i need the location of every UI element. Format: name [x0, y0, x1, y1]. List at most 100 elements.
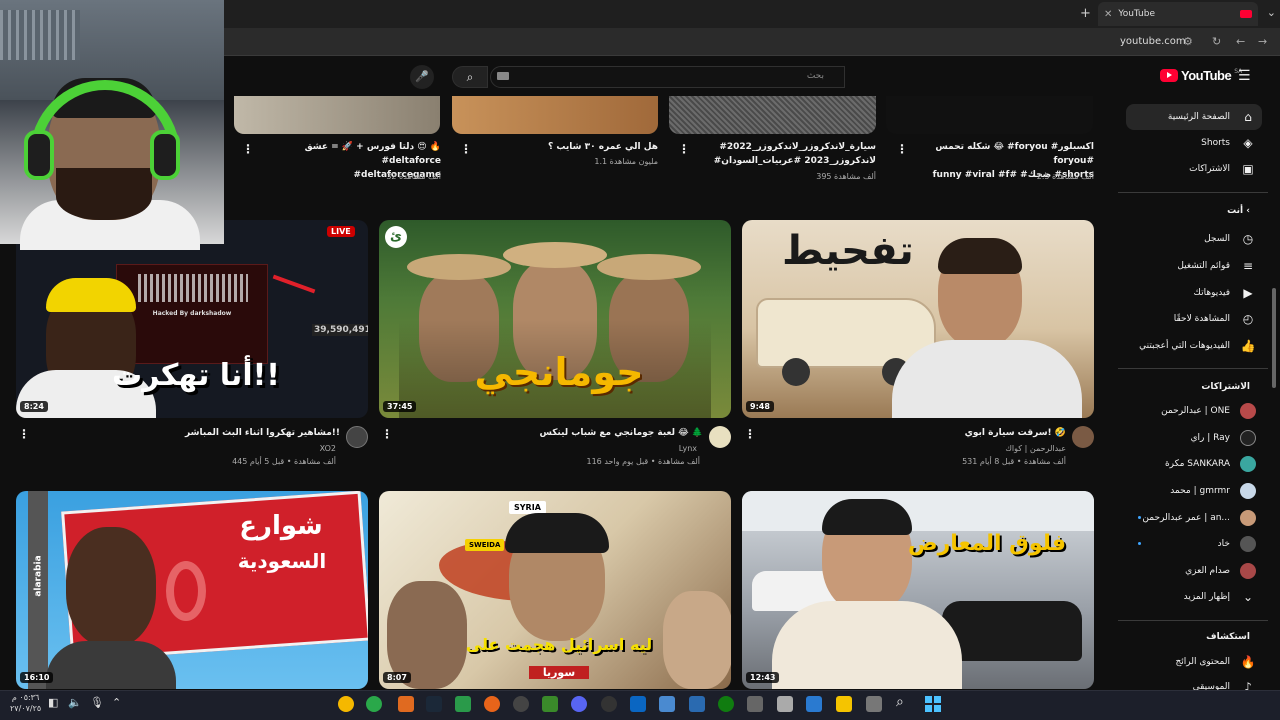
channel-avatar[interactable]: [1072, 426, 1094, 448]
windows-start-icon[interactable]: [925, 696, 941, 712]
app-icon-7[interactable]: [513, 696, 529, 712]
app-icon-17[interactable]: [806, 696, 822, 712]
channel-avatar[interactable]: [346, 426, 368, 448]
firefox-icon[interactable]: [484, 696, 500, 712]
more-options-icon[interactable]: ⋮: [242, 142, 254, 156]
channel-name[interactable]: XO2: [150, 443, 336, 455]
sidebar-item-history[interactable]: السجل ◷: [1126, 226, 1262, 252]
app-icon-8[interactable]: [542, 696, 558, 712]
microphone-icon[interactable]: 🎙: [90, 696, 104, 709]
browser-tab[interactable]: ✕ YouTube: [1098, 2, 1258, 26]
video-title[interactable]: #سيارة_لاندكروزر_لاندكروزر_2022 #لاندكرو…: [690, 140, 876, 168]
sidebar-item-label: المحتوى الرائج: [1175, 657, 1230, 667]
app-icon-13[interactable]: [689, 696, 705, 712]
sidebar-item-subscriptions[interactable]: الاشتراكات ▣: [1126, 156, 1262, 182]
more-options-icon[interactable]: ⋮: [381, 427, 393, 441]
more-options-icon[interactable]: ⋮: [678, 142, 690, 156]
sidebar-sub-6[interactable]: خاد: [1126, 531, 1262, 557]
hair-shape: [822, 499, 912, 535]
scrollbar[interactable]: [1272, 288, 1276, 388]
app-icon-1[interactable]: [338, 696, 354, 712]
sidebar-item-shorts[interactable]: Shorts ◈: [1126, 130, 1262, 156]
sidebar-item-your-videos[interactable]: فيديوهاتك ▶: [1126, 280, 1262, 306]
thumbnail-text: جومانجي: [474, 350, 644, 394]
app-icon-12[interactable]: [659, 696, 675, 712]
outlook-icon[interactable]: [630, 696, 646, 712]
sidebar-sub-7[interactable]: صدام العزي: [1126, 558, 1262, 584]
sidebar-item-label: فيديوهاتك: [1193, 288, 1230, 298]
sidebar-sub-3[interactable]: مكرة SANKARA: [1126, 451, 1262, 477]
thumbnail-text: تفحيط: [782, 228, 914, 274]
app-icon-16[interactable]: [777, 696, 793, 712]
more-options-icon[interactable]: ⋮: [896, 142, 908, 156]
reload-icon[interactable]: ↻: [1212, 35, 1221, 48]
search-icon[interactable]: ⌕: [452, 66, 488, 88]
video-thumbnail[interactable]: [452, 96, 658, 134]
sidebar-item-label: إظهار المزيد: [1183, 592, 1230, 602]
menu-icon[interactable]: ☰: [1238, 68, 1251, 84]
new-tab-button[interactable]: +: [1080, 6, 1091, 21]
search-input[interactable]: بحث: [490, 66, 845, 88]
notification-icon[interactable]: ◧: [48, 696, 58, 709]
shelf-shape: [0, 10, 80, 60]
sidebar-sub-2[interactable]: راي | Ray: [1126, 425, 1262, 451]
close-tab-icon[interactable]: ✕: [1104, 9, 1112, 20]
app-icon-19[interactable]: [866, 696, 882, 712]
discord-icon[interactable]: [571, 696, 587, 712]
arrow-shape: [272, 274, 316, 294]
forward-icon[interactable]: →: [1258, 35, 1267, 48]
search-icon[interactable]: ⌕: [896, 694, 904, 710]
file-explorer-icon[interactable]: [836, 696, 852, 712]
taskbar-clock[interactable]: ٠٥:٣٦ م ٢٧/٠٧/٢٥: [10, 692, 41, 714]
more-options-icon[interactable]: ⋮: [744, 427, 756, 441]
video-thumbnail[interactable]: [234, 96, 440, 134]
steam-icon[interactable]: [426, 696, 442, 712]
app-icon-3[interactable]: [398, 696, 414, 712]
home-icon: ⌂: [1244, 110, 1252, 124]
car-shape: [942, 601, 1082, 661]
video-title[interactable]: سرقت سيارة ابوي! 🤣: [880, 426, 1066, 440]
chevron-down-icon[interactable]: ⌄: [1267, 6, 1276, 19]
sidebar-item-home[interactable]: الصفحة الرئيسية ⌂: [1126, 104, 1262, 130]
more-options-icon[interactable]: ⋮: [460, 142, 472, 156]
sidebar-item-liked[interactable]: الفيديوهات التي أعجبتني 👍: [1126, 333, 1262, 359]
video-title[interactable]: لعبة جومانجي مع شباب لينكس 😂 🌲: [520, 426, 703, 440]
channel-name[interactable]: Lynx: [520, 443, 697, 455]
sidebar-sub-1[interactable]: عبدالرحمن | ONE: [1126, 398, 1262, 424]
more-options-icon[interactable]: ⋮: [18, 427, 30, 441]
voice-search-icon[interactable]: 🎤: [410, 65, 434, 89]
app-icon-14[interactable]: [718, 696, 734, 712]
video-thumbnail[interactable]: alarabia شوارع السعودية: [16, 491, 368, 689]
channel-name[interactable]: عبدالرحمن | كواك: [880, 443, 1066, 455]
xbox-icon[interactable]: [455, 696, 471, 712]
channel-avatar[interactable]: [709, 426, 731, 448]
app-icon-15[interactable]: [747, 696, 763, 712]
sidebar-item-playlists[interactable]: قوائم التشغيل ≡: [1126, 253, 1262, 279]
obs-icon[interactable]: [601, 696, 617, 712]
video-title[interactable]: هل الي عمره ٣٠ شايب ؟: [470, 140, 658, 154]
sidebar-item-watch-later[interactable]: المشاهدة لاحقًا ◴: [1126, 306, 1262, 332]
shorts-icon: ◈: [1243, 136, 1253, 150]
show-more-button[interactable]: إظهار المزيد ⌄: [1126, 584, 1262, 610]
you-heading[interactable]: أنت ‹: [1227, 206, 1250, 216]
volume-icon[interactable]: 🔈: [68, 696, 82, 709]
sidebar-item-label: الفيديوهات التي أعجبتني: [1139, 341, 1230, 351]
back-icon[interactable]: ←: [1236, 35, 1245, 48]
youtube-logo[interactable]: YouTube SA: [1160, 68, 1242, 83]
sidebar-sub-5[interactable]: عمر عبدالرحمن | an...: [1126, 505, 1262, 531]
sidebar-item-trending[interactable]: المحتوى الرائج 🔥: [1126, 649, 1262, 675]
sidebar-sub-4[interactable]: محمد | gmrmr: [1126, 478, 1262, 504]
url-text[interactable]: youtube.com: [1120, 36, 1186, 47]
video-thumbnail[interactable]: فلوق المعارض: [742, 491, 1094, 689]
video-thumbnail[interactable]: [886, 96, 1093, 134]
video-thumbnail[interactable]: جومانجي ئ: [379, 220, 731, 418]
keyboard-icon[interactable]: [497, 72, 509, 80]
sidebar: الصفحة الرئيسية ⌂ Shorts ◈ الاشتراكات ▣ …: [1118, 96, 1280, 696]
chevron-up-icon[interactable]: ⌃: [112, 696, 121, 709]
video-thumbnail[interactable]: SYRIA SWEIDA ليه اسرائيل هجمت على سوريا: [379, 491, 731, 689]
video-title[interactable]: مشاهير تهكروا اثناء البث المباشر!!: [150, 426, 340, 440]
video-thumbnail[interactable]: تفحيط: [742, 220, 1094, 418]
chrome-icon[interactable]: [366, 696, 382, 712]
video-thumbnail[interactable]: [669, 96, 876, 134]
divider: [1118, 620, 1268, 621]
